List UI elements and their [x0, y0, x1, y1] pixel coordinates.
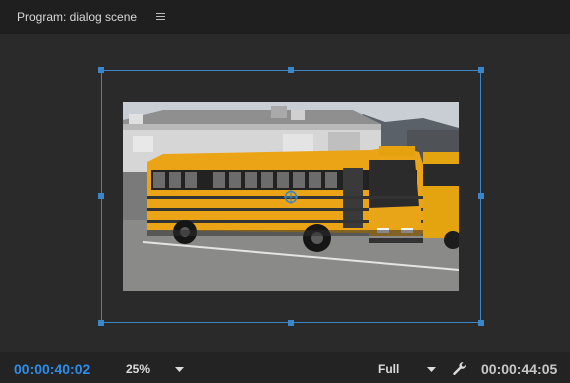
transform-handle-bottom-center[interactable] [288, 320, 294, 326]
monitor-controls-bar: 00:00:40:02 25% Full 00:00:44:05 [0, 352, 570, 383]
transform-handle-top-right[interactable] [478, 67, 484, 73]
duration-timecode: 00:00:44:05 [481, 361, 558, 377]
anchor-point-icon[interactable] [284, 190, 298, 204]
panel-header: Program: dialog scene [0, 0, 570, 34]
transform-handle-top-center[interactable] [288, 67, 294, 73]
transform-handle-top-left[interactable] [98, 67, 104, 73]
playback-resolution-dropdown[interactable]: Full [378, 362, 436, 376]
playback-resolution-value: Full [378, 362, 400, 376]
wrench-icon[interactable] [452, 361, 467, 376]
hamburger-menu-icon[interactable] [156, 12, 165, 21]
chevron-down-icon [426, 362, 436, 376]
transform-handle-bottom-right[interactable] [478, 320, 484, 326]
panel-title[interactable]: Program: dialog scene [17, 10, 137, 24]
transform-handle-bottom-left[interactable] [98, 320, 104, 326]
current-timecode[interactable]: 00:00:40:02 [14, 361, 90, 377]
zoom-level-value: 25% [126, 362, 151, 376]
transform-handle-middle-left[interactable] [98, 193, 104, 199]
program-monitor: Program: dialog scene 00:00:40:02 25% Fu… [0, 0, 570, 383]
transform-handle-middle-right[interactable] [478, 193, 484, 199]
chevron-down-icon [175, 362, 185, 376]
zoom-level-dropdown[interactable]: 25% [126, 362, 185, 376]
